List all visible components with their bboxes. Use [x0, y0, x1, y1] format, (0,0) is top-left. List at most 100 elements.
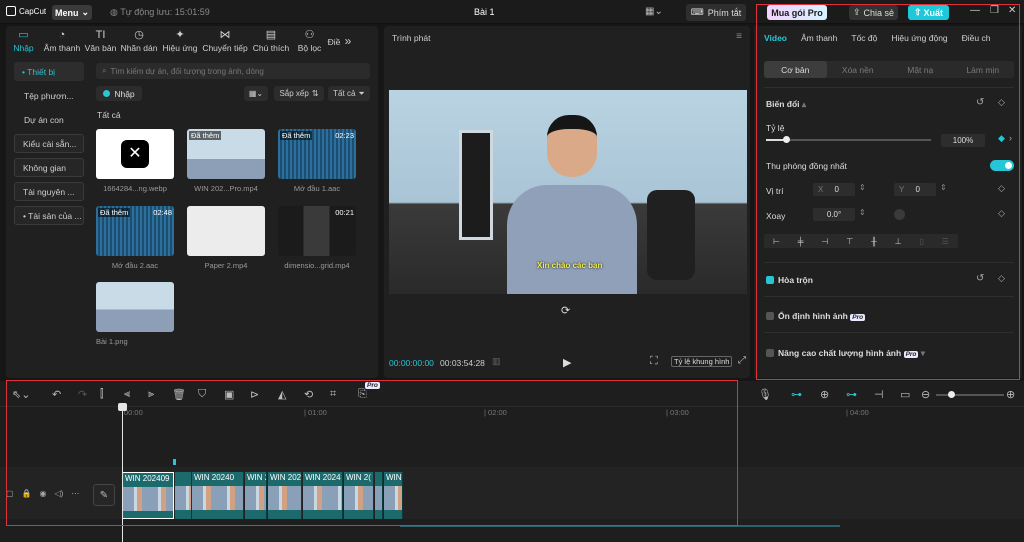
video-clip[interactable]: WIN 202 — [268, 472, 302, 519]
horizontal-scrollbar[interactable] — [400, 525, 840, 527]
tab-import[interactable]: ▭ Nhập — [6, 26, 41, 56]
reset-icon[interactable]: ↺ — [976, 273, 984, 284]
fullscreen-focus-icon[interactable]: ⛶ — [650, 355, 658, 368]
tab-adjust[interactable]: Điề — [327, 26, 341, 56]
keyframe-icon[interactable]: ◇ — [998, 208, 1005, 219]
rotate-icon[interactable]: ⟲ — [304, 388, 313, 401]
sort-button[interactable]: Sắp xếp ⇅ — [274, 86, 324, 101]
zoom-in-icon[interactable]: ⊕ — [1006, 388, 1015, 401]
freeze-icon[interactable]: ▣ — [224, 388, 234, 401]
tab-transitions[interactable]: ⋈ Chuyển tiếp — [200, 26, 250, 56]
video-clip[interactable]: WIN 2024 — [303, 472, 343, 519]
subtab-basic[interactable]: Cơ bản — [764, 61, 827, 78]
eye-icon[interactable]: ◉ — [40, 489, 47, 498]
subtab-remove-bg[interactable]: Xóa nền — [827, 61, 890, 78]
magnet-icon[interactable]: ⊶ — [846, 388, 857, 401]
tab-stickers[interactable]: ◷ Nhãn dán — [118, 26, 160, 56]
mirror-icon[interactable]: ◭ — [278, 388, 286, 401]
video-clip[interactable] — [175, 472, 192, 519]
microphone-icon[interactable]: 🎙 — [758, 388, 772, 401]
zoom-slider-knob[interactable] — [948, 391, 955, 398]
playhead-handle[interactable] — [118, 403, 127, 411]
cover-edit-button[interactable]: ✎ — [93, 484, 115, 506]
media-item[interactable]: 00:21 dimensio...grid.mp4 — [278, 206, 356, 270]
tab-adjust[interactable]: Điều ch — [962, 33, 991, 43]
tab-audio[interactable]: Âm thanh — [801, 33, 837, 43]
play-circle-icon[interactable]: ⊳ — [250, 388, 259, 401]
link-clips-icon[interactable]: ⊶ — [791, 388, 802, 401]
media-item[interactable]: Đã thêm WIN 202...Pro.mp4 — [187, 129, 265, 193]
tab-text[interactable]: TI Văn bản — [83, 26, 118, 56]
media-item[interactable]: ✕ 1664284...ng.webp — [96, 129, 174, 193]
rotate-input[interactable]: 0.0° — [813, 208, 855, 221]
undo-icon[interactable]: ↶ — [52, 388, 61, 401]
auto-caption-icon[interactable]: ⎘ — [358, 388, 367, 401]
keyframe-icon[interactable]: ◇ — [998, 273, 1005, 284]
video-clip[interactable] — [375, 472, 383, 519]
align-center-icon[interactable]: ⊣ — [874, 388, 884, 401]
media-item[interactable]: Đã thêm 02:23 Mở đầu 1.aac — [278, 129, 356, 193]
keyframe-icon[interactable]: ◇ — [998, 183, 1005, 194]
caption-text[interactable]: Xin chào các bạn — [537, 261, 602, 270]
snap-icon[interactable]: ⊕ — [820, 388, 829, 401]
more-icon[interactable]: ⋯ — [71, 489, 79, 498]
filter-button[interactable]: Tất cả ⏷ — [328, 86, 370, 101]
keyframe-active-icon[interactable]: ◆ — [998, 133, 1005, 144]
video-clip[interactable]: WIN 2 — [245, 472, 267, 519]
media-search-input[interactable]: ⌕ Tìm kiếm dự án, đối tượng trong ảnh, dò… — [96, 63, 370, 79]
share-button[interactable]: ⇪ Chia sẻ — [849, 5, 898, 20]
keyframe-icon[interactable]: ◇ — [998, 97, 1005, 108]
sidebar-item-my-assets[interactable]: • Tài sản của ... — [14, 206, 84, 225]
scale-slider-knob[interactable] — [782, 136, 790, 143]
align-middle-icon[interactable]: ╫ — [871, 237, 877, 246]
subtab-mask[interactable]: Mặt nạ — [889, 61, 952, 78]
align-left-icon[interactable]: ⊢ — [773, 237, 780, 246]
align-center-icon[interactable]: ╪ — [798, 237, 804, 246]
timeline-ruler[interactable]: 00:00 | 01:00 | 02:00 | 03:00 | 04:00 — [90, 407, 1024, 421]
export-button[interactable]: ⇧ Xuất — [908, 5, 949, 20]
import-button[interactable]: Nhập — [96, 86, 142, 101]
aspect-ratio-button[interactable]: Tỷ lệ khung hình — [671, 356, 733, 367]
subtab-smooth[interactable]: Làm mịn — [952, 61, 1015, 78]
chevron-right-icon[interactable]: › — [1009, 133, 1012, 143]
tab-captions[interactable]: ▤ Chú thích — [250, 26, 292, 56]
checkbox-icon[interactable] — [766, 349, 774, 357]
stepper-icon[interactable]: ⇕ — [859, 208, 866, 217]
menu-button[interactable]: Menu ⌄ — [52, 5, 92, 20]
video-clip[interactable]: WIN 202409 — [122, 472, 174, 519]
shield-icon[interactable]: ⛉ — [198, 388, 206, 401]
video-preview[interactable]: Xin chào các bạn — [389, 90, 747, 294]
media-item[interactable]: Đã thêm 02:48 Mở đầu 2.aac — [96, 206, 174, 270]
track-cover-icon[interactable]: ▢ — [6, 489, 14, 498]
tab-audio[interactable]: ◔ Âm thanh — [41, 26, 83, 56]
expand-icon[interactable]: ⤢ — [738, 355, 746, 366]
sidebar-item-presets[interactable]: Kiểu cài sẵn... — [14, 134, 84, 153]
rotate-handle-icon[interactable]: ⟳ — [561, 304, 570, 317]
tab-effects[interactable]: ✦ Hiệu ứng — [160, 26, 200, 56]
video-clip[interactable]: WIN — [384, 472, 403, 519]
tab-video[interactable]: Video — [764, 33, 787, 43]
view-mode-button[interactable]: ▦⌄ — [244, 86, 268, 101]
split-icon[interactable]: ⫿ — [100, 388, 104, 401]
distribute-v-icon[interactable]: ☰ — [942, 237, 949, 246]
split-right-icon[interactable]: ⫸ — [148, 388, 154, 401]
minimize-icon[interactable]: — — [970, 5, 980, 16]
scale-input[interactable]: 100% — [941, 134, 985, 147]
lock-icon[interactable]: 🔒 — [22, 489, 32, 498]
rotate-dial[interactable] — [894, 209, 905, 220]
redo-icon[interactable]: ↷ — [78, 388, 87, 401]
sidebar-item-spaces[interactable]: Không gian — [14, 158, 84, 177]
close-icon[interactable]: ✕ — [1008, 5, 1016, 16]
zoom-out-icon[interactable]: ⊖ — [921, 388, 930, 401]
speaker-icon[interactable]: ◁) — [55, 489, 64, 498]
restore-icon[interactable]: ❐ — [990, 5, 999, 16]
video-clip[interactable]: WIN 20240 — [192, 472, 244, 519]
checkbox-checked-icon[interactable] — [766, 276, 774, 284]
layout-icon[interactable]: ▦⌄ — [645, 6, 663, 17]
sidebar-item-resources[interactable]: Tài nguyên ... — [14, 182, 84, 201]
position-x-input[interactable]: X0 — [813, 183, 855, 196]
crop-icon[interactable]: ⌗ — [330, 388, 336, 401]
zoom-slider[interactable] — [936, 391, 1004, 398]
align-right-icon[interactable]: ⊣ — [821, 237, 828, 246]
stepper-icon[interactable]: ⇕ — [859, 183, 866, 192]
